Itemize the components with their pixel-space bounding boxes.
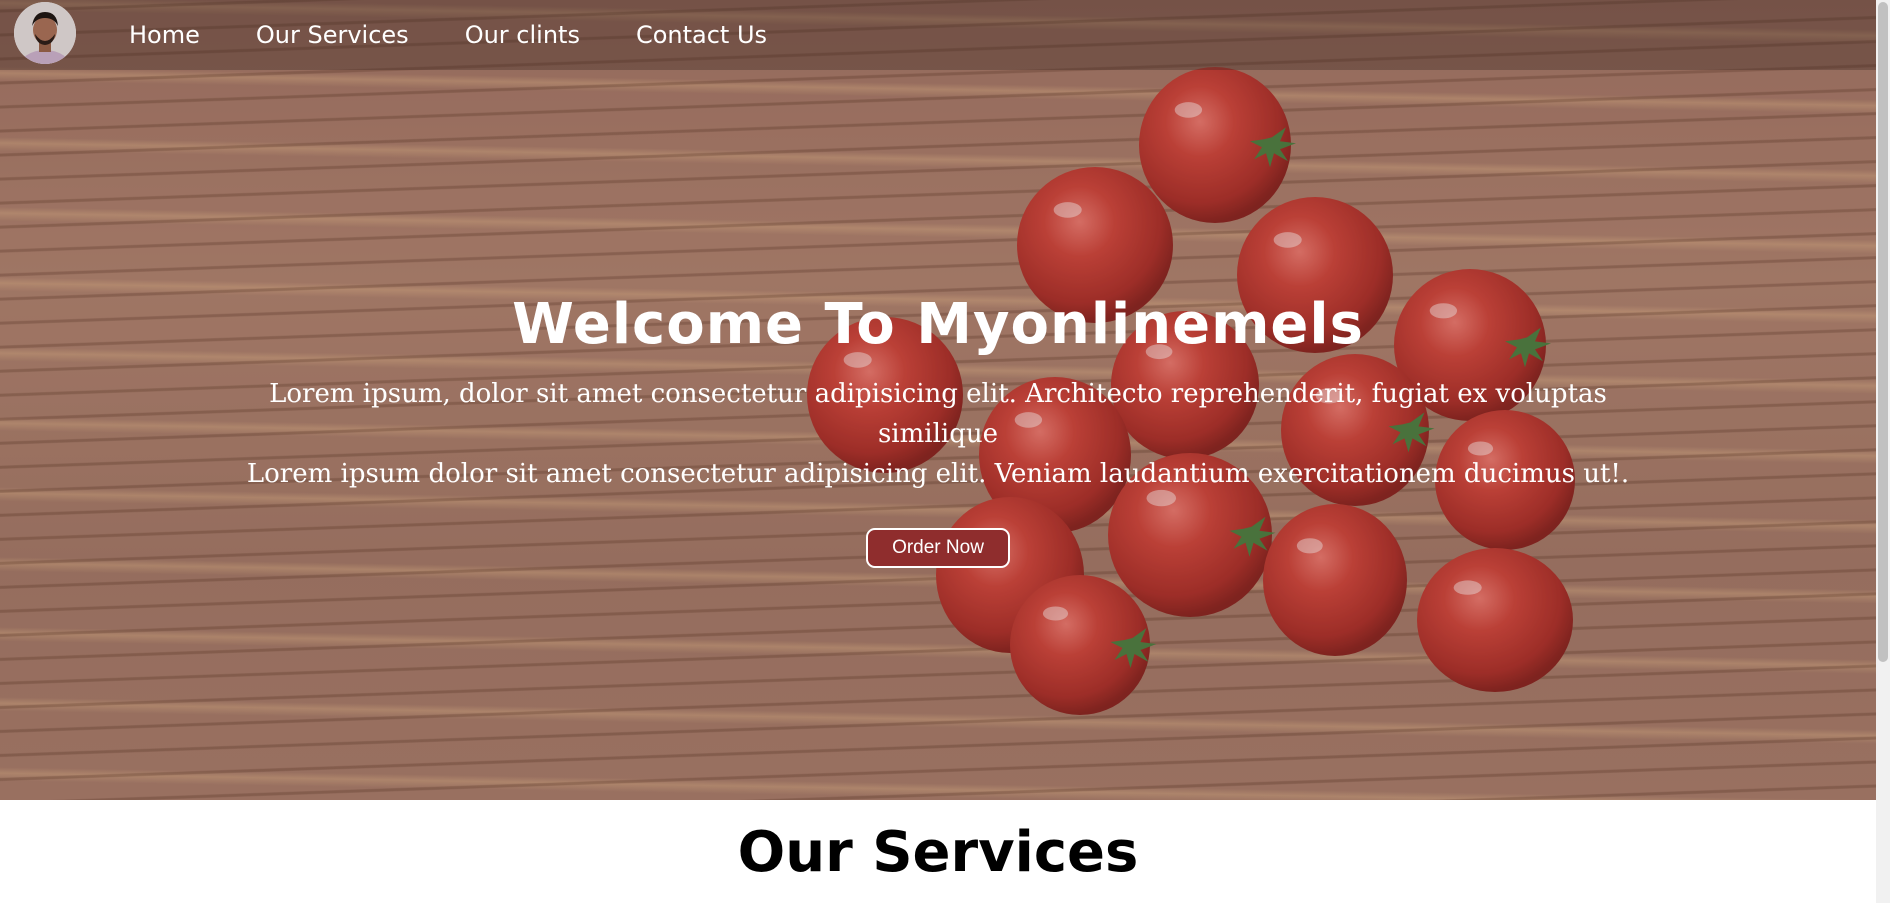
hero-title: Welcome To Myonlinemels <box>512 292 1364 357</box>
hero-section: Welcome To Myonlinemels Lorem ipsum, dol… <box>0 0 1890 800</box>
nav-links: Home Our Services Our clints Contact Us <box>129 0 767 70</box>
hero-description: Lorem ipsum, dolor sit amet consectetur … <box>238 374 1638 494</box>
hero-text-line-2: Lorem ipsum dolor sit amet consectetur a… <box>246 459 1630 489</box>
nav-link-our-clints[interactable]: Our clints <box>465 21 580 49</box>
nav-link-our-services[interactable]: Our Services <box>256 21 409 49</box>
hero-content: Welcome To Myonlinemels Lorem ipsum, dol… <box>0 290 1876 568</box>
nav-link-contact-us[interactable]: Contact Us <box>636 21 767 49</box>
page-scrollbar[interactable] <box>1876 0 1890 903</box>
scrollbar-thumb[interactable] <box>1878 2 1888 662</box>
top-navbar: Home Our Services Our clints Contact Us <box>0 0 1890 70</box>
order-now-button[interactable]: Order Now <box>866 528 1010 568</box>
profile-avatar[interactable] <box>14 2 76 64</box>
nav-link-home[interactable]: Home <box>129 21 200 49</box>
our-services-heading: Our Services <box>737 820 1139 885</box>
profile-photo-icon <box>14 2 76 64</box>
hero-text-line-1: Lorem ipsum, dolor sit amet consectetur … <box>269 379 1607 449</box>
